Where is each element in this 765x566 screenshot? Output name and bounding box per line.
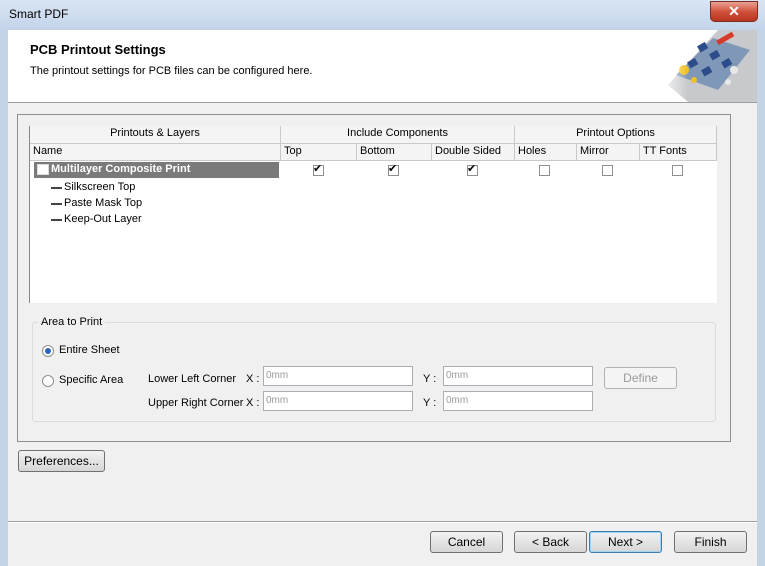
entire-sheet-radio[interactable]	[42, 345, 54, 357]
close-button[interactable]: ✕	[710, 1, 758, 22]
check-mark: ✔	[467, 163, 477, 175]
checkbox-bottom[interactable]: ✔	[388, 163, 399, 176]
upper-right-y-field[interactable]: 0mm	[443, 391, 593, 411]
upper-right-x-label: X :	[246, 397, 260, 409]
layer-label: Keep-Out Layer	[64, 213, 142, 225]
col-name[interactable]: Name	[30, 144, 281, 161]
col-double-sided[interactable]: Double Sided	[432, 144, 515, 161]
checkbox-double-sided[interactable]: ✔	[467, 163, 478, 176]
lower-left-y-label: Y :	[423, 373, 437, 385]
row-name: Multilayer Composite Print	[51, 163, 191, 175]
upper-right-y-label: Y :	[423, 397, 437, 409]
specific-area-label[interactable]: Specific Area	[59, 374, 123, 386]
page-subtitle: The printout settings for PCB files can …	[30, 65, 313, 77]
layer-label: Paste Mask Top	[64, 197, 143, 209]
col-holes[interactable]: Holes	[515, 144, 577, 161]
entire-sheet-label[interactable]: Entire Sheet	[59, 344, 120, 356]
col-tt-fonts[interactable]: TT Fonts	[640, 144, 717, 161]
layer-dash-icon	[51, 203, 62, 205]
col-mirror[interactable]: Mirror	[577, 144, 640, 161]
col-bottom[interactable]: Bottom	[357, 144, 432, 161]
lower-left-x-label: X :	[246, 373, 260, 385]
specific-area-radio[interactable]	[42, 375, 54, 387]
title-bar: Smart PDF ✕	[0, 0, 765, 30]
lower-left-corner-label: Lower Left Corner	[148, 373, 237, 385]
next-button[interactable]: Next >	[589, 531, 662, 553]
group-printouts-layers: Printouts & Layers	[30, 126, 281, 144]
layer-dash-icon	[51, 187, 62, 189]
window-title: Smart PDF	[9, 7, 69, 21]
table-row[interactable]: Multilayer Composite Print	[34, 162, 279, 178]
preferences-button[interactable]: Preferences...	[18, 450, 105, 472]
col-top[interactable]: Top	[281, 144, 357, 161]
layers-table: Printouts & Layers Include Components Pr…	[29, 126, 717, 303]
footer-divider-highlight	[8, 522, 757, 523]
checkbox-holes[interactable]	[539, 165, 550, 176]
finish-button[interactable]: Finish	[674, 531, 747, 553]
checkbox-mirror[interactable]	[602, 165, 613, 176]
lower-left-y-field[interactable]: 0mm	[443, 366, 593, 386]
page-title: PCB Printout Settings	[30, 42, 166, 57]
wizard-header: PCB Printout Settings The printout setti…	[8, 30, 757, 103]
row-expander[interactable]	[37, 164, 49, 175]
check-mark: ✔	[313, 163, 323, 175]
pcb-board-graphic-icon	[658, 30, 757, 102]
lower-left-x-field[interactable]: 0mm	[263, 366, 413, 386]
radio-selected-dot	[45, 348, 51, 354]
back-button[interactable]: < Back	[514, 531, 587, 553]
upper-right-corner-label: Upper Right Corner	[148, 397, 244, 409]
layer-label: Silkscreen Top	[64, 181, 136, 193]
cancel-button[interactable]: Cancel	[430, 531, 503, 553]
checkbox-tt-fonts[interactable]	[672, 165, 683, 176]
dialog-client: PCB Printout Settings The printout setti…	[8, 30, 757, 566]
define-button[interactable]: Define	[604, 367, 677, 389]
checkbox-top[interactable]: ✔	[313, 163, 324, 176]
group-include-components: Include Components	[281, 126, 515, 144]
group-printout-options: Printout Options	[515, 126, 717, 144]
settings-panel: Printouts & Layers Include Components Pr…	[17, 114, 731, 442]
layer-dash-icon	[51, 219, 62, 221]
upper-right-x-field[interactable]: 0mm	[263, 391, 413, 411]
check-mark: ✔	[388, 163, 398, 175]
area-to-print-legend: Area to Print	[38, 316, 106, 328]
